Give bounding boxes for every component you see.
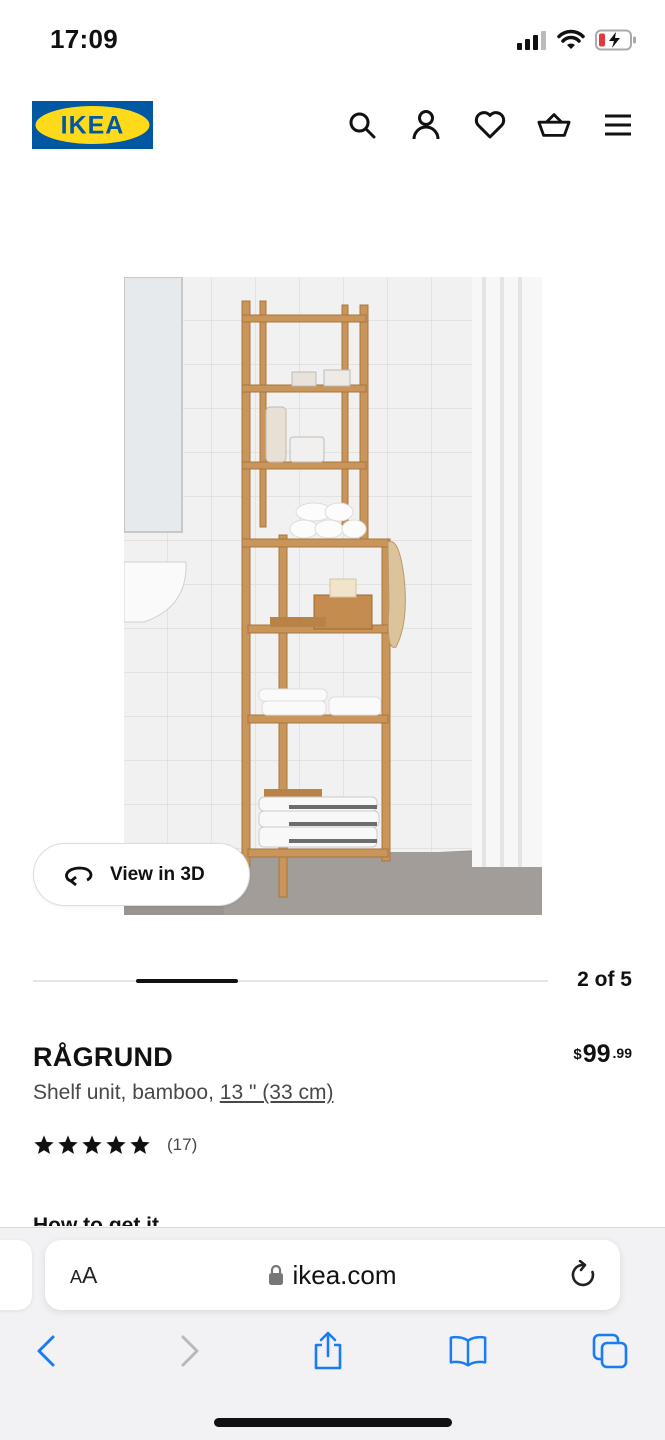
rating-count: (17) — [167, 1135, 198, 1154]
star-icon — [58, 1135, 78, 1154]
price-integer: 99 — [582, 1040, 611, 1068]
product-name: RÅGRUND — [33, 1042, 174, 1072]
product-description: Shelf unit, bamboo, 13 " (33 cm) — [33, 1081, 333, 1105]
star-icon — [34, 1135, 54, 1154]
cellular-signal-icon — [517, 31, 546, 50]
share-icon[interactable] — [308, 1328, 348, 1374]
star-icon — [82, 1135, 102, 1154]
address-bar[interactable]: AA ikea.com — [45, 1240, 620, 1310]
bookmarks-icon[interactable] — [448, 1328, 488, 1374]
gallery-pager-track[interactable] — [33, 980, 548, 982]
previous-tab-edge[interactable] — [0, 1240, 32, 1310]
product-image[interactable] — [124, 277, 542, 915]
star-icon — [106, 1135, 126, 1154]
site-header: IKEA — [0, 90, 665, 160]
wifi-icon — [557, 29, 585, 49]
gallery-counter: 2 of 5 — [577, 968, 632, 991]
view-in-3d-button[interactable]: View in 3D — [33, 843, 250, 906]
how-to-get-it-heading: How to get it — [33, 1214, 159, 1226]
menu-icon[interactable] — [601, 108, 635, 142]
home-indicator — [214, 1418, 452, 1427]
product-price: $ 99 .99 — [573, 1040, 632, 1069]
status-time: 17:09 — [50, 24, 118, 54]
browser-toolbar: AA ikea.com — [0, 1227, 665, 1440]
basket-icon[interactable] — [537, 108, 571, 142]
battery-charging-icon — [595, 29, 636, 51]
rotate-3d-icon — [65, 866, 93, 886]
forward-icon[interactable] — [170, 1328, 210, 1374]
search-icon[interactable] — [345, 108, 379, 142]
product-description-text: Shelf unit, bamboo, — [33, 1081, 220, 1104]
back-icon[interactable] — [26, 1328, 66, 1374]
product-rating[interactable]: (17) — [33, 1134, 197, 1156]
url-display[interactable]: ikea.com — [45, 1260, 620, 1291]
header-actions — [345, 108, 635, 142]
ikea-logo[interactable]: IKEA — [32, 101, 153, 149]
heart-icon[interactable] — [473, 108, 507, 142]
url-text: ikea.com — [292, 1260, 397, 1290]
lock-icon — [269, 1264, 284, 1285]
browser-nav — [0, 1328, 665, 1378]
account-icon[interactable] — [409, 108, 443, 142]
star-icon — [130, 1135, 150, 1154]
svg-text:IKEA: IKEA — [61, 112, 125, 140]
tabs-icon[interactable] — [590, 1328, 630, 1374]
reload-icon[interactable] — [570, 1260, 598, 1290]
product-size-link[interactable]: 13 " (33 cm) — [220, 1081, 334, 1104]
view-in-3d-label: View in 3D — [110, 863, 205, 885]
status-icons — [517, 26, 637, 54]
price-currency: $ — [573, 1046, 582, 1063]
status-bar: 17:09 — [0, 0, 665, 80]
gallery-pager-thumb[interactable] — [136, 979, 238, 983]
price-decimal: .99 — [612, 1045, 632, 1061]
